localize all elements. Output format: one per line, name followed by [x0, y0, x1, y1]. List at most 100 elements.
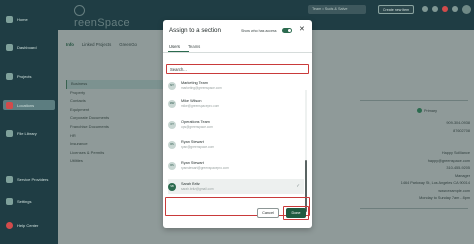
user-name: Marketing Team [181, 81, 208, 85]
sidebar-item-label: Dashboard [17, 45, 37, 50]
list-item[interactable]: OT Operations Team ops@greenspace.com [168, 117, 304, 132]
file-icon [6, 130, 13, 137]
list-item[interactable]: RS Ryan Stewart ryanstewart@greenspacepro… [168, 158, 304, 173]
sidebar-item-label: Projects [17, 74, 32, 79]
apps-icon[interactable] [452, 6, 458, 12]
detail-line: happy@greenspace.com [427, 158, 470, 163]
check-icon: ✓ [296, 183, 300, 188]
assign-section-modal: Assign to a section Show who has access … [163, 20, 312, 228]
sidebar-item-file-library[interactable]: File Library [6, 130, 37, 137]
sidebar-item-locations[interactable]: Locations [3, 100, 55, 110]
detail-line: Manager [455, 173, 470, 178]
settings-icon[interactable] [422, 6, 428, 12]
section-nav: Business Property Contacts Equipment Cor… [66, 80, 168, 230]
access-toggle-label: Show who has access [241, 29, 277, 33]
section-item-business[interactable]: Business [66, 80, 168, 89]
divider [360, 100, 468, 101]
user-name: Ryan Stewart [181, 140, 204, 144]
list-item[interactable]: MT Marketing Team marketing@greenspace.co… [168, 78, 304, 93]
divider [360, 208, 468, 209]
tab-greengo[interactable]: GreenGo [119, 42, 137, 47]
section-item-corporate-documents[interactable]: Corporate Documents [66, 114, 168, 123]
tab-info[interactable]: Info [66, 42, 74, 47]
tab-teams[interactable]: Teams [188, 44, 200, 49]
cancel-button[interactable]: Cancel [257, 208, 279, 218]
section-item-insurance[interactable]: Insurance [66, 140, 168, 149]
sidebar-item-dashboard[interactable]: Dashboard [6, 44, 37, 51]
tab-users[interactable]: Users [169, 44, 180, 49]
sidebar-item-projects[interactable]: Projects [6, 73, 31, 80]
user-email: ops@greenspace.com [181, 125, 213, 129]
section-item-equipment[interactable]: Equipment [66, 106, 168, 115]
modal-title: Assign to a section [169, 27, 221, 34]
radio-icon [417, 108, 422, 113]
section-item-utilities[interactable]: Utilities [66, 157, 168, 166]
alert-icon[interactable] [442, 6, 448, 12]
location-details: 909-304-0938 87602708 Happy Scilliance h… [356, 120, 470, 203]
logo-text: reenSpace [74, 17, 130, 29]
user-email: ryanstewart@greenspacepro.com [181, 166, 229, 170]
user-email: sarah.britz@gmail.com [181, 187, 214, 191]
avatar: SB [168, 182, 176, 191]
sidebar-item-label: Help Center [17, 223, 39, 228]
sidebar-item-label: File Library [17, 131, 37, 136]
section-item-hr[interactable]: HR [66, 132, 168, 141]
notification-icon[interactable] [432, 6, 438, 12]
projects-icon [6, 73, 13, 80]
detail-line: 310-455-9205 [446, 166, 470, 170]
primary-toggle[interactable]: Primary [417, 108, 437, 113]
dashboard-icon [6, 44, 13, 51]
done-button[interactable]: Done [286, 208, 306, 218]
detail-line: 909-304-0938 [446, 121, 470, 125]
detail-line: Monday to Sunday 7am - 8pm [419, 196, 470, 200]
sidebar-item-settings[interactable]: Settings [6, 198, 31, 205]
sidebar-item-help-center[interactable]: Help Center [6, 222, 38, 229]
detail-line: 87602708 [453, 128, 470, 133]
section-item-licenses[interactable]: Licenses & Permits [66, 149, 168, 158]
user-email: marketing@greenspace.com [181, 86, 222, 90]
business-select[interactable]: Team • Suds & Salve [308, 5, 366, 14]
user-name: Operations Team [181, 120, 210, 124]
user-name: Mike Wilson [181, 99, 202, 103]
sidebar-item-home[interactable]: Home [6, 16, 28, 23]
avatar: MW [168, 99, 176, 108]
close-icon[interactable]: ✕ [299, 25, 305, 33]
location-tabs: Info Linked Projects GreenGo [66, 42, 137, 47]
show-access-toggle[interactable] [282, 28, 292, 33]
primary-label: Primary [424, 108, 438, 113]
avatar: MT [168, 81, 176, 90]
search-input[interactable]: Search... [166, 64, 309, 74]
avatar: RS [168, 140, 176, 149]
gear-icon [6, 198, 13, 205]
create-new-button[interactable]: Create new item [378, 5, 414, 14]
provider-icon [6, 176, 13, 183]
location-icon [6, 101, 13, 109]
detail-line: Happy Scilliance [441, 151, 470, 155]
user-name: Sarah Britz [181, 182, 200, 186]
list-item-selected[interactable]: SB Sarah Britz sarah.britz@gmail.com ✓ [168, 179, 304, 194]
list-item[interactable]: MW Mike Wilson mike@greenspacepro.com [168, 96, 304, 111]
avatar: RS [168, 161, 176, 170]
detail-line: 1464 Parkway St, Los Angeles CA 90014 [400, 181, 470, 185]
user-email: mike@greenspacepro.com [181, 104, 220, 108]
section-item-property[interactable]: Property [66, 89, 168, 98]
tab-linked-projects[interactable]: Linked Projects [82, 42, 111, 47]
sidebar-item-service-providers[interactable]: Service Providers [6, 176, 48, 183]
section-item-franchise-documents[interactable]: Franchise Documents [66, 123, 168, 132]
home-icon [6, 16, 13, 23]
sidebar-item-label: Settings [17, 199, 32, 204]
list-item[interactable]: RS Ryan Stewart ryan@greenspace.com [168, 137, 304, 152]
user-name: Ryan Stewart [181, 161, 204, 165]
user-email: ryan@greenspace.com [181, 145, 215, 149]
avatar: OT [168, 120, 176, 129]
user-avatar[interactable] [462, 5, 471, 14]
sidebar: Home Dashboard Projects Locations File L… [0, 0, 58, 244]
help-icon [6, 222, 13, 229]
section-item-contacts[interactable]: Contacts [66, 97, 168, 106]
sidebar-item-label: Service Providers [17, 177, 49, 182]
detail-line [356, 135, 470, 143]
sidebar-item-label: Locations [17, 102, 35, 108]
app-logo: reenSpace [74, 5, 140, 29]
sidebar-item-label: Home [17, 17, 28, 22]
modal-tabs: Users Teams [169, 44, 200, 49]
